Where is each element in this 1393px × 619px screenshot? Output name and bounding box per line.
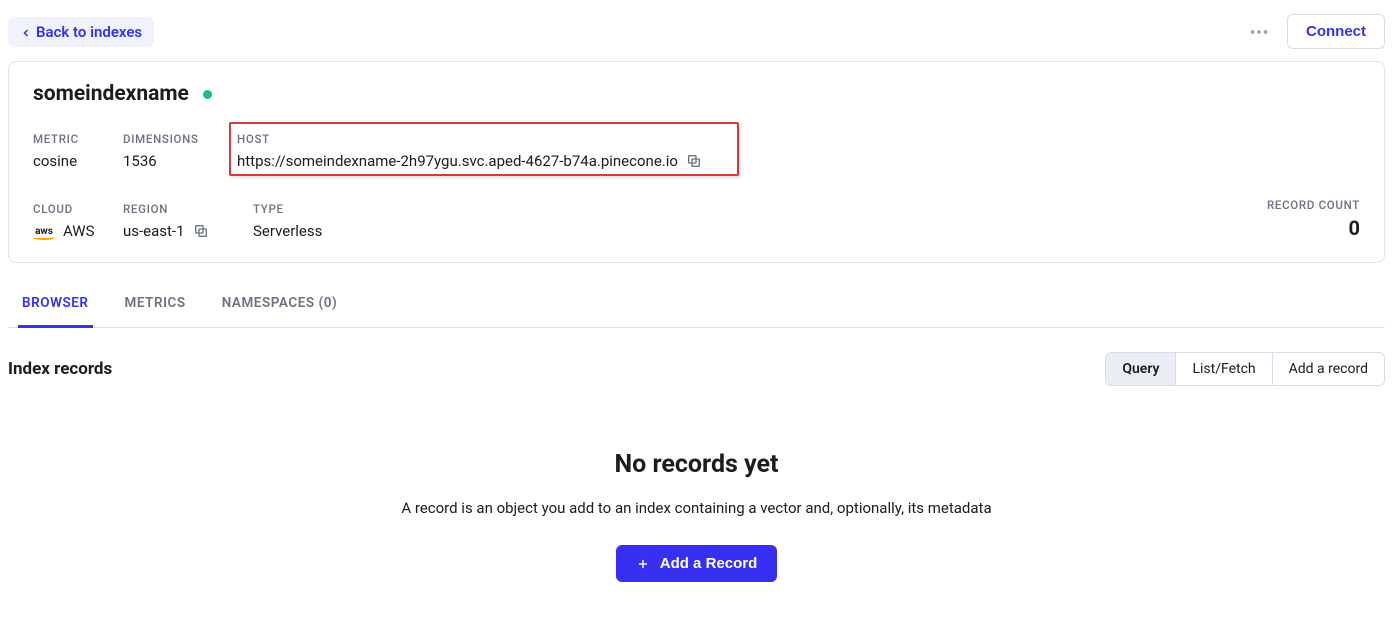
chevron-left-icon <box>20 27 30 37</box>
records-mode-segments: Query List/Fetch Add a record <box>1105 352 1385 386</box>
copy-icon <box>193 223 209 239</box>
cloud-label: CLOUD <box>33 202 123 216</box>
index-title-row: someindexname <box>33 82 1360 106</box>
cloud-value-row: aws AWS <box>33 222 123 240</box>
cloud-value: AWS <box>63 222 95 240</box>
more-menu-button[interactable] <box>1243 16 1275 48</box>
metric-label: METRIC <box>33 132 123 146</box>
copy-region-button[interactable] <box>193 223 209 239</box>
record-count-label: RECORD COUNT <box>1267 198 1360 212</box>
host-label: HOST <box>237 132 727 146</box>
tab-browser[interactable]: BROWSER <box>18 281 93 328</box>
region-label: REGION <box>123 202 253 216</box>
status-indicator-icon <box>203 90 212 99</box>
meta-dimensions: DIMENSIONS 1536 <box>123 132 235 170</box>
copy-host-button[interactable] <box>686 153 702 169</box>
segment-list-fetch[interactable]: List/Fetch <box>1175 353 1271 385</box>
meta-cloud: CLOUD aws AWS <box>33 202 123 240</box>
ellipsis-icon <box>1248 21 1270 43</box>
host-value: https://someindexname-2h97ygu.svc.aped-4… <box>237 152 678 170</box>
empty-description: A record is an object you add to an inde… <box>8 499 1385 517</box>
host-value-row: https://someindexname-2h97ygu.svc.aped-4… <box>237 152 727 170</box>
plus-icon <box>636 557 650 571</box>
add-record-button[interactable]: Add a Record <box>616 545 778 582</box>
add-record-button-label: Add a Record <box>660 555 758 572</box>
meta-record-count: RECORD COUNT 0 <box>1267 198 1360 240</box>
type-label: TYPE <box>253 202 373 216</box>
meta-host: HOST https://someindexname-2h97ygu.svc.a… <box>229 122 739 176</box>
aws-icon: aws <box>33 226 55 237</box>
meta-region: REGION us-east-1 <box>123 202 253 240</box>
meta-row-1: METRIC cosine DIMENSIONS 1536 HOST https… <box>33 132 1360 176</box>
region-value-row: us-east-1 <box>123 222 253 240</box>
tabs: BROWSER METRICS NAMESPACES (0) <box>8 281 1385 328</box>
meta-row-2: CLOUD aws AWS REGION us-east-1 TYPE Serv… <box>33 202 1360 240</box>
records-header: Index records Query List/Fetch Add a rec… <box>8 328 1385 386</box>
meta-metric: METRIC cosine <box>33 132 123 170</box>
records-section-title: Index records <box>8 359 112 379</box>
connect-button[interactable]: Connect <box>1287 14 1385 49</box>
topbar: Back to indexes Connect <box>8 8 1385 61</box>
segment-add-record[interactable]: Add a record <box>1272 353 1384 385</box>
type-value: Serverless <box>253 222 373 240</box>
record-count-value: 0 <box>1267 216 1360 240</box>
metric-value: cosine <box>33 152 123 170</box>
index-name: someindexname <box>33 82 189 106</box>
meta-type: TYPE Serverless <box>253 202 373 240</box>
back-link-label: Back to indexes <box>36 23 142 41</box>
tab-namespaces[interactable]: NAMESPACES (0) <box>218 281 342 328</box>
segment-query[interactable]: Query <box>1106 353 1175 385</box>
tab-metrics[interactable]: METRICS <box>121 281 190 328</box>
empty-title: No records yet <box>8 450 1385 479</box>
dimensions-label: DIMENSIONS <box>123 132 235 146</box>
top-actions: Connect <box>1243 14 1385 49</box>
index-meta-grid: METRIC cosine DIMENSIONS 1536 HOST https… <box>33 132 1360 240</box>
copy-icon <box>686 153 702 169</box>
index-summary-card: someindexname METRIC cosine DIMENSIONS 1… <box>8 61 1385 263</box>
dimensions-value: 1536 <box>123 152 235 170</box>
back-to-indexes-link[interactable]: Back to indexes <box>8 17 154 47</box>
records-empty-state: No records yet A record is an object you… <box>8 386 1385 582</box>
region-value: us-east-1 <box>123 222 185 240</box>
